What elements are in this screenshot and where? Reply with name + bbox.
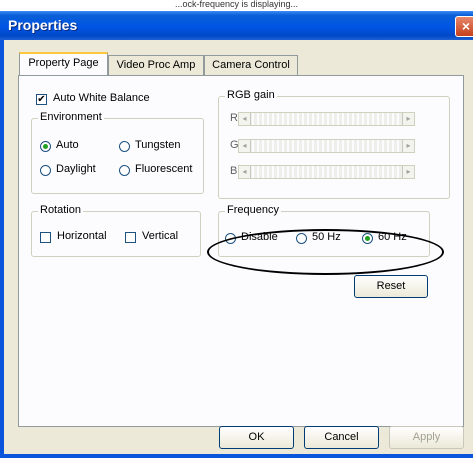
close-icon[interactable]: × xyxy=(455,16,473,37)
rotation-horizontal-label: Horizontal xyxy=(57,230,107,242)
tab-label: Camera Control xyxy=(212,59,290,71)
frequency-60hz-radio[interactable] xyxy=(362,233,373,244)
tab-label: Property Page xyxy=(28,57,99,69)
environment-auto-radio[interactable] xyxy=(40,141,51,152)
frequency-50hz-label: 50 Hz xyxy=(312,231,341,243)
frequency-50hz-radio[interactable] xyxy=(296,233,307,244)
rgb-gain-legend: RGB gain xyxy=(225,89,277,101)
environment-daylight-label: Daylight xyxy=(56,163,96,175)
cancel-button[interactable]: Cancel xyxy=(304,426,379,449)
slider-right-icon[interactable]: ▸ xyxy=(402,166,414,178)
environment-tungsten-radio[interactable] xyxy=(119,141,130,152)
window-frame-bottom xyxy=(0,454,473,458)
rgb-g-slider[interactable]: ◂ ▸ xyxy=(238,139,415,153)
tab-video-proc-amp[interactable]: Video Proc Amp xyxy=(108,55,204,75)
environment-fluorescent-radio[interactable] xyxy=(119,165,130,176)
environment-fluorescent-label: Fluorescent xyxy=(135,163,193,175)
tab-label: Video Proc Amp xyxy=(116,59,196,71)
environment-group: Environment xyxy=(31,111,204,194)
reset-button[interactable]: Reset xyxy=(354,275,428,298)
rotation-legend: Rotation xyxy=(38,204,83,216)
rgb-b-label: B xyxy=(230,165,238,177)
slider-right-icon[interactable]: ▸ xyxy=(402,113,414,125)
slider-left-icon[interactable]: ◂ xyxy=(239,166,251,178)
frequency-60hz-label: 60 Hz xyxy=(378,231,407,243)
window-title: Properties xyxy=(8,17,78,33)
tab-camera-control[interactable]: Camera Control xyxy=(204,55,298,75)
ok-button[interactable]: OK xyxy=(219,426,294,449)
frequency-legend: Frequency xyxy=(225,204,281,216)
rgb-r-slider[interactable]: ◂ ▸ xyxy=(238,112,415,126)
rgb-b-slider[interactable]: ◂ ▸ xyxy=(238,165,415,179)
tab-property-page[interactable]: Property Page xyxy=(19,52,108,75)
frequency-disable-label: Disable xyxy=(241,231,278,243)
environment-legend: Environment xyxy=(38,111,104,123)
apply-button[interactable]: Apply xyxy=(389,426,464,449)
environment-daylight-radio[interactable] xyxy=(40,165,51,176)
slider-left-icon[interactable]: ◂ xyxy=(239,140,251,152)
rotation-vertical-checkbox[interactable] xyxy=(125,232,136,243)
slider-right-icon[interactable]: ▸ xyxy=(402,140,414,152)
frequency-disable-radio[interactable] xyxy=(225,233,236,244)
environment-tungsten-label: Tungsten xyxy=(135,139,181,151)
slider-left-icon[interactable]: ◂ xyxy=(239,113,251,125)
title-bar[interactable]: Properties × xyxy=(0,11,473,40)
rgb-r-label: R xyxy=(230,112,238,124)
rotation-vertical-label: Vertical xyxy=(142,230,179,242)
auto-white-balance-label: Auto White Balance xyxy=(53,92,150,104)
properties-dialog: Properties × Property Page Video Proc Am… xyxy=(0,11,473,458)
environment-auto-label: Auto xyxy=(56,139,79,151)
rotation-horizontal-checkbox[interactable] xyxy=(40,232,51,243)
window-frame-left xyxy=(0,40,4,458)
auto-white-balance-checkbox[interactable]: ✔ xyxy=(36,94,47,105)
